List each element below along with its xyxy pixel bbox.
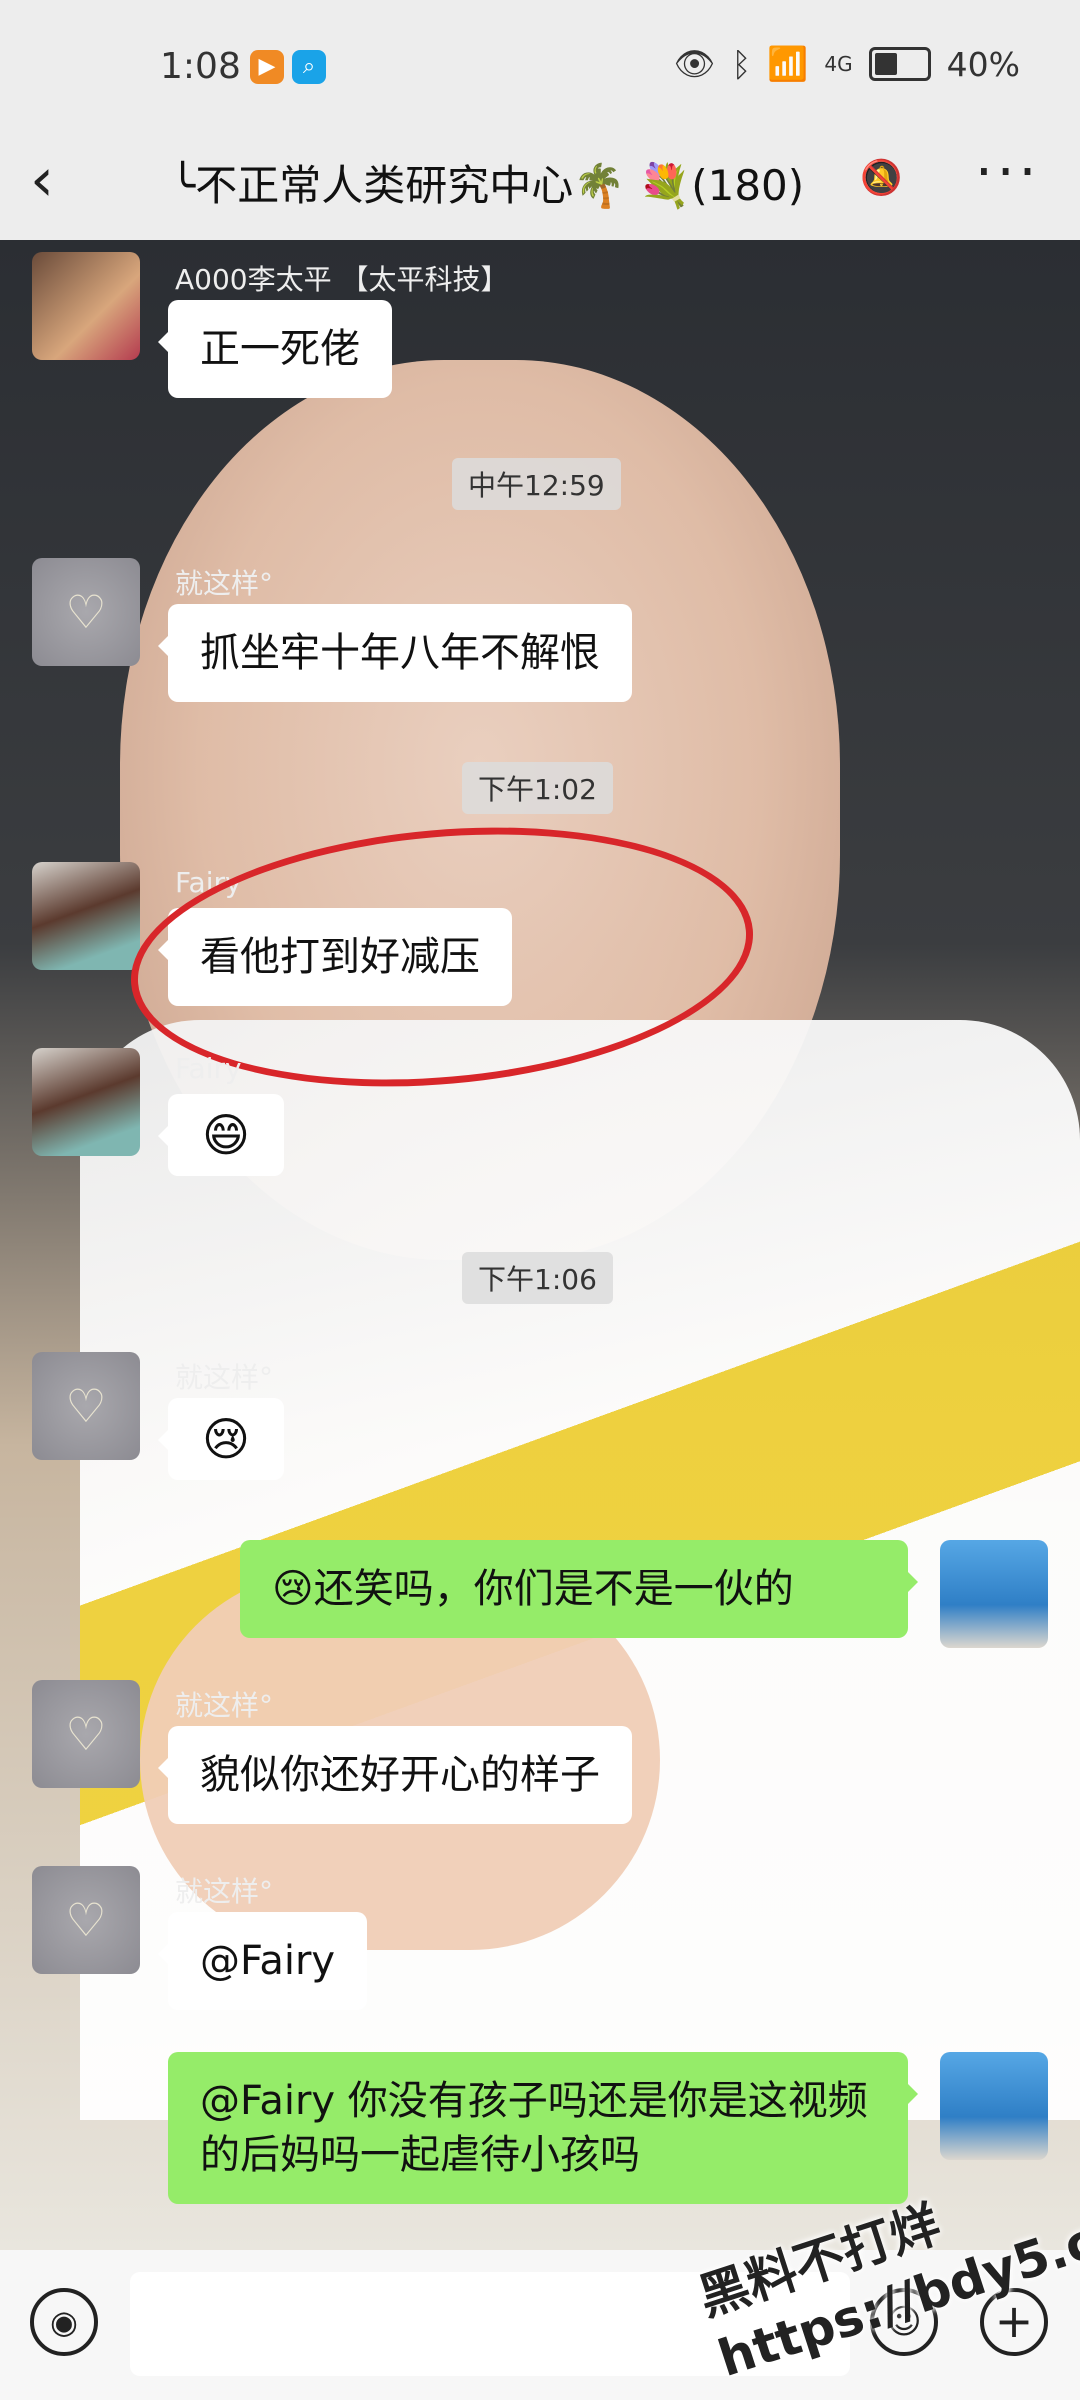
avatar[interactable]: ♡: [32, 558, 140, 666]
message-bubble[interactable]: 😄: [158, 1094, 284, 1176]
my-avatar[interactable]: [940, 1540, 1048, 1648]
battery-icon: [868, 47, 931, 81]
sender-name: 就这样°: [175, 1689, 274, 1722]
bluetooth-icon: ᛒ: [731, 44, 752, 84]
heart-icon: ♡: [65, 1379, 107, 1433]
message-bubble[interactable]: 😢: [158, 1398, 284, 1480]
chat-header: ‹ ╰不正常人类研究中心🌴 💐(180) 🔕 ···: [0, 130, 1080, 240]
system-indicators: 👁 ᛒ 📶 4G 40%: [674, 44, 1020, 84]
chat-area[interactable]: A000李太平 【太平科技】 正一死佬 中午12:59 ♡ 就这样° 抓坐牢十年…: [0, 240, 1080, 2250]
more-options-icon[interactable]: ···: [975, 140, 1040, 205]
sender-name: 就这样°: [175, 567, 274, 600]
sender-name: Fairy: [175, 1052, 242, 1085]
my-avatar[interactable]: [940, 2052, 1048, 2160]
status-time: 1:08: [160, 46, 241, 87]
avatar[interactable]: [32, 1048, 140, 1156]
message-bubble[interactable]: 正一死佬: [158, 300, 392, 398]
status-bar: 1:08 ▶ ⌕ 👁 ᛒ 📶 4G 40%: [0, 0, 1080, 130]
sender-name: A000李太平 【太平科技】: [175, 263, 509, 296]
message-bubble[interactable]: 貌似你还好开心的样子: [158, 1726, 632, 1824]
message-bubble[interactable]: 抓坐牢十年八年不解恨: [158, 604, 632, 702]
sender-name: 就这样°: [175, 1361, 274, 1394]
heart-icon: ♡: [65, 1707, 107, 1761]
heart-icon: ♡: [65, 585, 107, 639]
network-type: 4G: [824, 52, 853, 76]
video-app-icon: ▶: [250, 50, 284, 84]
sender-name: Fairy: [175, 866, 242, 899]
voice-icon[interactable]: ◉: [30, 2288, 98, 2356]
search-app-icon: ⌕: [292, 50, 326, 84]
message-bubble-self[interactable]: @Fairy 你没有孩子吗还是你是这视频的后妈吗一起虐待小孩吗: [168, 2052, 918, 2204]
message-bubble[interactable]: @Fairy: [157, 1912, 368, 2010]
avatar[interactable]: ♡: [32, 1352, 140, 1460]
heart-icon: ♡: [65, 1893, 107, 1947]
eye-icon: 👁: [673, 44, 716, 83]
sender-name: 就这样°: [175, 1875, 274, 1908]
timestamp: 中午12:59: [452, 458, 621, 510]
wifi-icon: 📶: [767, 44, 809, 83]
bell-mute-icon: 🔕: [860, 158, 903, 198]
battery-percent: 40%: [946, 44, 1020, 84]
message-bubble-self[interactable]: 😢还笑吗，你们是不是一伙的: [240, 1540, 918, 1638]
timestamp: 下午1:06: [462, 1252, 613, 1304]
avatar[interactable]: ♡: [32, 1680, 140, 1788]
timestamp: 下午1:02: [462, 762, 613, 814]
avatar[interactable]: ♡: [32, 1866, 140, 1974]
message-bubble[interactable]: 看他打到好减压: [158, 908, 512, 1006]
chat-title: ╰不正常人类研究中心🌴 💐(180): [170, 161, 805, 210]
avatar[interactable]: [32, 252, 140, 360]
avatar[interactable]: [32, 862, 140, 970]
back-chevron-icon[interactable]: ‹: [30, 150, 54, 210]
